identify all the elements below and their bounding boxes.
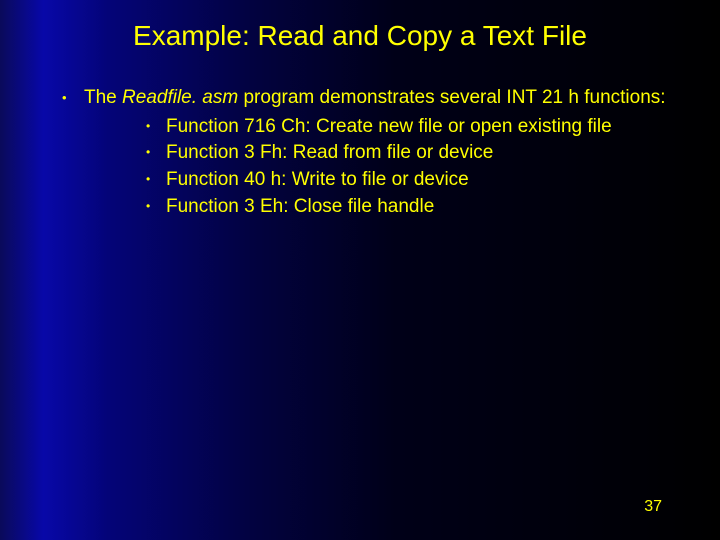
program-name: Readfile. asm xyxy=(122,87,238,108)
bullet-icon: • xyxy=(146,141,166,166)
function-list: • Function 716 Ch: Create new file or op… xyxy=(146,115,670,220)
intro-prefix: The xyxy=(84,87,122,108)
list-item: • Function 3 Fh: Read from file or devic… xyxy=(146,141,670,166)
bullet-icon: • xyxy=(146,115,166,140)
bullet-item: • The Readfile. asm program demonstrates… xyxy=(62,86,670,111)
function-text: Function 716 Ch: Create new file or open… xyxy=(166,115,670,140)
function-text: Function 3 Fh: Read from file or device xyxy=(166,141,670,166)
page-number: 37 xyxy=(644,498,662,516)
intro-suffix: program demonstrates several INT 21 h fu… xyxy=(238,87,665,108)
slide-title: Example: Read and Copy a Text File xyxy=(0,20,720,52)
slide: Example: Read and Copy a Text File • The… xyxy=(0,0,720,540)
bullet-icon: • xyxy=(146,195,166,220)
list-item: • Function 716 Ch: Create new file or op… xyxy=(146,115,670,140)
bullet-icon: • xyxy=(146,168,166,193)
list-item: • Function 3 Eh: Close file handle xyxy=(146,195,670,220)
slide-content: • The Readfile. asm program demonstrates… xyxy=(0,86,720,219)
intro-text: The Readfile. asm program demonstrates s… xyxy=(84,86,670,111)
bullet-icon: • xyxy=(62,86,84,111)
function-text: Function 3 Eh: Close file handle xyxy=(166,195,670,220)
list-item: • Function 40 h: Write to file or device xyxy=(146,168,670,193)
function-text: Function 40 h: Write to file or device xyxy=(166,168,670,193)
